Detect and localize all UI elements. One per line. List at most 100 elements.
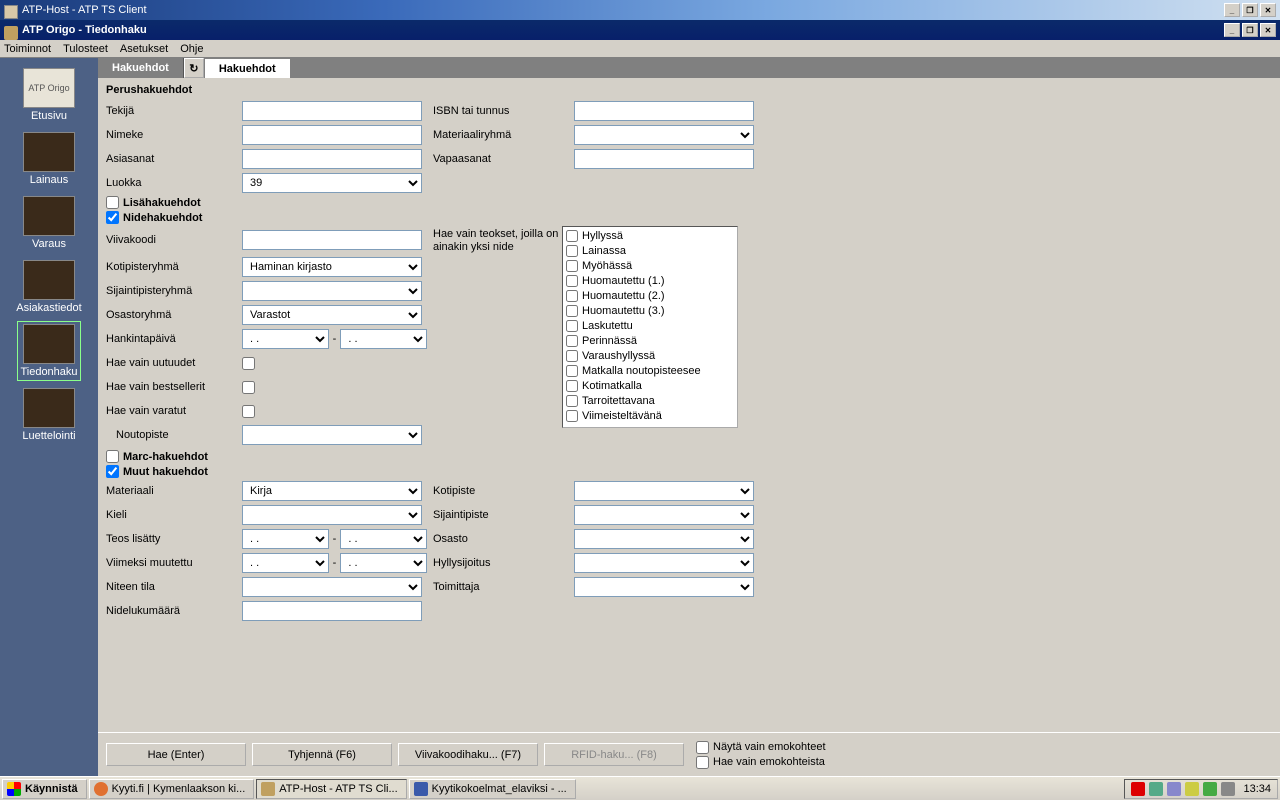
status-option[interactable]: Hyllyssä	[564, 228, 736, 243]
inner-maximize-button[interactable]: ❐	[1242, 23, 1258, 37]
status-checkbox[interactable]	[566, 410, 578, 422]
select-kotipisteryhma[interactable]: Haminan kirjasto	[242, 257, 422, 277]
tyhjenna-button[interactable]: Tyhjennä (F6)	[252, 743, 392, 766]
close-button[interactable]: ✕	[1260, 3, 1276, 17]
status-checkbox[interactable]	[566, 335, 578, 347]
menu-toiminnot[interactable]: Toiminnot	[4, 43, 51, 55]
status-option[interactable]: Kotimatkalla	[564, 378, 736, 393]
status-checkbox[interactable]	[566, 230, 578, 242]
minimize-button[interactable]: _	[1224, 3, 1240, 17]
status-checkbox[interactable]	[566, 380, 578, 392]
select-hankinta-from[interactable]: . .	[242, 329, 329, 349]
select-toimittaja[interactable]	[574, 577, 754, 597]
start-button[interactable]: Käynnistä	[2, 779, 87, 799]
refresh-icon[interactable]: ↻	[184, 58, 204, 78]
chk-nide[interactable]	[106, 211, 119, 224]
chk-uutuudet[interactable]	[242, 357, 255, 370]
sidebar-item-varaus[interactable]: Varaus	[21, 194, 77, 252]
chk-bestsellerit[interactable]	[242, 381, 255, 394]
status-checkbox[interactable]	[566, 365, 578, 377]
status-option[interactable]: Matkalla noutopisteesee	[564, 363, 736, 378]
status-checkbox[interactable]	[566, 290, 578, 302]
chk-nayta-emo-label[interactable]: Näytä vain emokohteet	[696, 741, 826, 754]
select-sijaintipisteryhma[interactable]	[242, 281, 422, 301]
inner-minimize-button[interactable]: _	[1224, 23, 1240, 37]
select-niteentila[interactable]	[242, 577, 422, 597]
menu-asetukset[interactable]: Asetukset	[120, 43, 168, 55]
tray-icon-4[interactable]	[1185, 782, 1199, 796]
select-luokka[interactable]: 39	[242, 173, 422, 193]
status-option[interactable]: Perinnässä	[564, 333, 736, 348]
tray-icon-5[interactable]	[1203, 782, 1217, 796]
select-osastoryhma[interactable]: Varastot	[242, 305, 422, 325]
input-tekija[interactable]	[242, 101, 422, 121]
input-vapaasanat[interactable]	[574, 149, 754, 169]
sidebar-label: Lainaus	[30, 174, 69, 186]
status-checkbox[interactable]	[566, 350, 578, 362]
select-hankinta-to[interactable]: . .	[340, 329, 427, 349]
sidebar-item-etusivu[interactable]: ATP OrigoEtusivu	[21, 66, 77, 124]
select-noutopiste[interactable]	[242, 425, 422, 445]
task-atphost[interactable]: ATP-Host - ATP TS Cli...	[256, 779, 406, 799]
status-checkbox[interactable]	[566, 305, 578, 317]
sidebar-icon	[23, 324, 75, 364]
sidebar-item-asiakastiedot[interactable]: Asiakastiedot	[14, 258, 83, 316]
select-materiaaliryhma[interactable]	[574, 125, 754, 145]
select-kieli[interactable]	[242, 505, 422, 525]
status-option[interactable]: Huomautettu (3.)	[564, 303, 736, 318]
rfidhaku-button[interactable]: RFID-haku... (F8)	[544, 743, 684, 766]
input-isbn[interactable]	[574, 101, 754, 121]
status-option[interactable]: Huomautettu (1.)	[564, 273, 736, 288]
status-option[interactable]: Laskutettu	[564, 318, 736, 333]
select-viimeksi-to[interactable]: . .	[340, 553, 427, 573]
inner-close-button[interactable]: ✕	[1260, 23, 1276, 37]
tray-icon-6[interactable]	[1221, 782, 1235, 796]
chk-marc[interactable]	[106, 450, 119, 463]
menu-tulosteet[interactable]: Tulosteet	[63, 43, 108, 55]
select-kotipiste[interactable]	[574, 481, 754, 501]
select-osasto[interactable]	[574, 529, 754, 549]
status-option[interactable]: Myöhässä	[564, 258, 736, 273]
tray-icon-1[interactable]	[1131, 782, 1145, 796]
input-nimeke[interactable]	[242, 125, 422, 145]
select-teoslisatty-from[interactable]: . .	[242, 529, 329, 549]
select-sijaintipiste[interactable]	[574, 505, 754, 525]
viivakoodihaku-button[interactable]: Viivakoodihaku... (F7)	[398, 743, 538, 766]
status-checkbox[interactable]	[566, 260, 578, 272]
hae-button[interactable]: Hae (Enter)	[106, 743, 246, 766]
input-nidelukumaara[interactable]	[242, 601, 422, 621]
task-word[interactable]: Kyytikokoelmat_elaviksi - ...	[409, 779, 576, 799]
select-viimeksi-from[interactable]: . .	[242, 553, 329, 573]
select-teoslisatty-to[interactable]: . .	[340, 529, 427, 549]
status-checkbox[interactable]	[566, 320, 578, 332]
tray-icon-3[interactable]	[1167, 782, 1181, 796]
status-option[interactable]: Huomautettu (2.)	[564, 288, 736, 303]
status-listbox[interactable]: HyllyssäLainassaMyöhässäHuomautettu (1.)…	[562, 226, 738, 428]
status-option[interactable]: Lainassa	[564, 243, 736, 258]
tab-hakuehdot[interactable]: Hakuehdot	[98, 58, 184, 78]
status-option[interactable]: Viimeisteltävänä	[564, 408, 736, 423]
maximize-button[interactable]: ❐	[1242, 3, 1258, 17]
status-checkbox[interactable]	[566, 275, 578, 287]
status-option[interactable]: Tarroitettavana	[564, 393, 736, 408]
sidebar-item-luettelointi[interactable]: Luettelointi	[20, 386, 77, 444]
sidebar-item-tiedonhaku[interactable]: Tiedonhaku	[18, 322, 79, 380]
tab-hakuehdot-active[interactable]: Hakuehdot	[204, 58, 291, 78]
chk-muut[interactable]	[106, 465, 119, 478]
chk-varatut[interactable]	[242, 405, 255, 418]
select-materiaali[interactable]: Kirja	[242, 481, 422, 501]
chk-hae-emo[interactable]	[696, 756, 709, 769]
task-firefox[interactable]: Kyyti.fi | Kymenlaakson ki...	[89, 779, 255, 799]
input-viivakoodi[interactable]	[242, 230, 422, 250]
status-option[interactable]: Varaushyllyssä	[564, 348, 736, 363]
select-hyllysijoitus[interactable]	[574, 553, 754, 573]
chk-hae-emo-label[interactable]: Hae vain emokohteista	[696, 756, 826, 769]
chk-nayta-emo[interactable]	[696, 741, 709, 754]
tray-icon-2[interactable]	[1149, 782, 1163, 796]
chk-lisa[interactable]	[106, 196, 119, 209]
sidebar-item-lainaus[interactable]: Lainaus	[21, 130, 77, 188]
input-asiasanat[interactable]	[242, 149, 422, 169]
status-checkbox[interactable]	[566, 245, 578, 257]
menu-ohje[interactable]: Ohje	[180, 43, 203, 55]
status-checkbox[interactable]	[566, 395, 578, 407]
